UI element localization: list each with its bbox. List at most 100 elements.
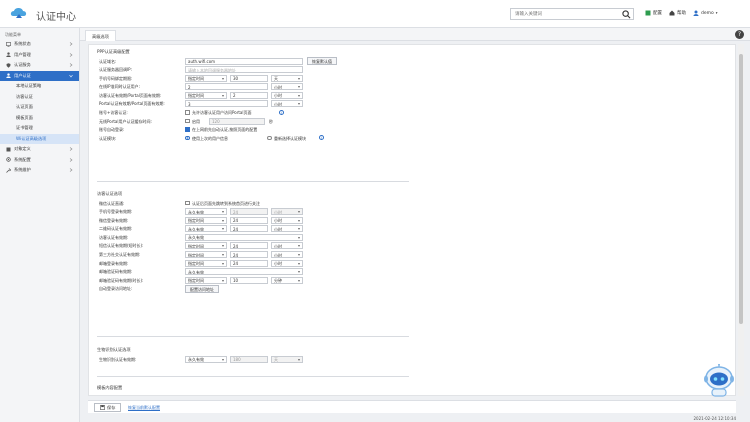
tab-advanced[interactable]: 高级选项: [85, 30, 116, 41]
config-label: 配置: [653, 11, 662, 16]
user-menu[interactable]: demo ▾: [693, 10, 718, 16]
enable-checkbox[interactable]: [185, 118, 190, 124]
ref-unit-select[interactable]: 小时: [271, 91, 303, 99]
auto-login-checkbox[interactable]: [185, 127, 190, 132]
sidebar-item-users[interactable]: 用户管理: [0, 50, 79, 61]
search-box[interactable]: [510, 8, 634, 20]
period-select[interactable]: 指定时间: [185, 216, 227, 224]
save-button[interactable]: 保存: [94, 403, 122, 412]
info-icon[interactable]: i: [279, 109, 284, 115]
sidebar-item-label: 认证服务: [14, 62, 31, 68]
assistant-robot-icon[interactable]: [701, 364, 737, 398]
sidebar-sub-local-policy[interactable]: 本地认证策略: [0, 81, 79, 92]
period-input[interactable]: 24: [230, 242, 268, 250]
unit-select[interactable]: 小时: [271, 225, 303, 233]
sidebar-sub-guest-auth[interactable]: 访客认证: [0, 92, 79, 103]
top-bar: 认证中心 配置 帮助 demo ▾: [0, 0, 750, 28]
cache-input[interactable]: 3: [185, 100, 268, 108]
restore-config-link[interactable]: 恢复当前默认配置: [128, 405, 160, 411]
sidebar-item-auth-service[interactable]: 认证服务: [0, 60, 79, 71]
chevron-right-icon: [69, 63, 73, 67]
app-title: 认证中心: [36, 12, 76, 23]
period-select[interactable]: 指定时间: [185, 276, 227, 284]
sidebar-item-user-auth[interactable]: 用户认证: [0, 70, 79, 81]
period-select[interactable]: 永久有效: [185, 233, 303, 241]
search-icon[interactable]: [622, 10, 631, 19]
period-select[interactable]: 永久有效: [185, 268, 303, 276]
period-row: 邮箱验证码有效期: 永久有效: [97, 268, 409, 277]
chevron-right-icon: [69, 168, 73, 172]
period-input[interactable]: 24: [230, 216, 268, 224]
dup-input[interactable]: 2: [185, 83, 268, 91]
period-input[interactable]: 24: [230, 208, 268, 216]
datetime: 2021-02-24 12:10:34: [693, 415, 736, 421]
section-title: 模板内容配置: [97, 385, 123, 390]
field-label: 第三方社交认证有效期:: [99, 252, 141, 258]
period-select[interactable]: 永久有效: [185, 208, 227, 216]
sidebar-sub-template-page[interactable]: 模板页面: [0, 113, 79, 124]
domain-input[interactable]: auth.wifi.com: [185, 57, 303, 65]
field-label: 微信登录有效期:: [99, 217, 129, 223]
sidebar-item-label: 系统配置: [14, 156, 31, 162]
wechat-checkbox[interactable]: [185, 200, 190, 205]
period-input[interactable]: 10: [230, 276, 268, 284]
period-select[interactable]: 指定时间: [185, 242, 227, 250]
ip-row: 认证服务器回调IP: 请输入本地回调服务器地址: [97, 66, 409, 75]
chevron-right-icon: [69, 147, 73, 151]
bio-period-input[interactable]: 180: [230, 355, 268, 363]
scrollbar-thumb[interactable]: [739, 54, 743, 324]
cache-unit-select[interactable]: 小时: [271, 100, 303, 108]
dup-unit-select[interactable]: 小时: [271, 83, 303, 91]
search-input[interactable]: [511, 9, 619, 19]
user-icon: [693, 10, 699, 16]
ref-period-input[interactable]: 2: [230, 91, 268, 99]
sidebar-item-maintenance[interactable]: 系统维护: [0, 165, 79, 176]
unit-select[interactable]: 小时: [271, 216, 303, 224]
phone-period-select[interactable]: 指定时间: [185, 74, 227, 82]
info-icon[interactable]: i: [319, 135, 324, 141]
checkbox-label: 允许访客认证用户访问Portal页面: [192, 110, 252, 116]
bio-period-select[interactable]: 永久有效: [185, 355, 227, 363]
status-bar: 2021-02-24 12:10:34: [80, 414, 750, 422]
config-button[interactable]: 配置: [645, 10, 662, 16]
period-select[interactable]: 指定时间: [185, 251, 227, 259]
unit-select[interactable]: 小时: [271, 242, 303, 250]
period-select[interactable]: 永久有效: [185, 225, 227, 233]
ref-period-select[interactable]: 指定时间: [185, 91, 227, 99]
callback-ip-input[interactable]: 请输入本地回调服务器地址: [185, 66, 303, 74]
sidebar-header: 功能菜单: [5, 32, 21, 37]
unit-select[interactable]: 小时: [271, 208, 303, 216]
sidebar-sub-cert[interactable]: 证书管理: [0, 123, 79, 134]
pwd-row: 无线Portal用户认证缓存时间: 启用 120 秒: [97, 117, 409, 126]
phone-unit-select[interactable]: 天: [271, 74, 303, 82]
home-icon: [669, 10, 675, 16]
help-icon[interactable]: ?: [735, 30, 744, 39]
bio-unit-select[interactable]: 天: [271, 355, 303, 363]
sidebar-item-system-config[interactable]: 系统配置: [0, 155, 79, 166]
unit-select[interactable]: 小时: [271, 259, 303, 267]
user-label: demo: [701, 10, 714, 16]
cache-time-input[interactable]: 120: [209, 117, 265, 125]
mode-radio-last[interactable]: [185, 135, 190, 141]
period-row: 微信登录有效期: 指定时间 24 小时: [97, 216, 409, 225]
phone-period-input[interactable]: 30: [230, 74, 268, 82]
sidebar-item-status[interactable]: 系统状态: [0, 39, 79, 50]
period-input[interactable]: 24: [230, 251, 268, 259]
users-icon: [6, 52, 11, 58]
restore-default-button[interactable]: 恢复默认值: [307, 57, 337, 65]
sidebar-sub-advanced[interactable]: Wi认证高级选项: [0, 133, 79, 144]
config-url-button[interactable]: 配置访问地址: [185, 284, 219, 293]
period-input[interactable]: 24: [230, 225, 268, 233]
mode-radio-reselect[interactable]: [267, 135, 272, 141]
period-input[interactable]: 24: [230, 259, 268, 267]
scrollbar[interactable]: [738, 44, 744, 396]
acct-checkbox[interactable]: [185, 110, 190, 115]
unit-select[interactable]: 分钟: [271, 276, 303, 284]
field-label: 账号+访客认证:: [99, 110, 128, 116]
sidebar-sub-auth-page[interactable]: 认证页面: [0, 102, 79, 113]
sidebar-item-objects[interactable]: 对象定义: [0, 144, 79, 155]
period-select[interactable]: 指定时间: [185, 259, 227, 267]
unit-select[interactable]: 小时: [271, 251, 303, 259]
help-button[interactable]: 帮助: [669, 10, 686, 16]
field-label: 邮箱登录有效期:: [99, 260, 129, 266]
